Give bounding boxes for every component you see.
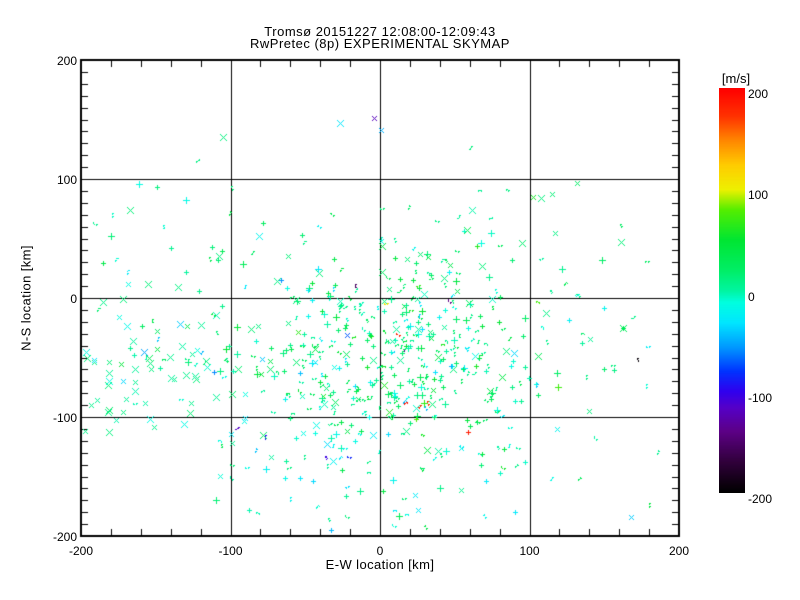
colorbar-tick-label: 200: [748, 87, 769, 101]
y-tick-label: 100: [56, 173, 77, 187]
x-tick-label: -100: [218, 544, 243, 558]
x-tick-label: 100: [519, 544, 540, 558]
colorbar-gradient: [719, 88, 745, 493]
y-tick-label: -100: [52, 411, 77, 425]
colorbar-tick-label: 100: [748, 188, 769, 203]
x-tick-label: -200: [68, 544, 94, 558]
skymap-plot-canvas: [0, 0, 800, 600]
colorbar-tick-label: -100: [748, 390, 773, 405]
x-axis-label: E-W location [km]: [325, 557, 435, 572]
x-tick-label: 200: [668, 544, 690, 558]
plot-subtitle: RwPretec (8p) EXPERIMENTAL SKYMAP: [250, 36, 510, 51]
y-tick-label: 0: [70, 292, 77, 306]
colorbar-tick-label: -200: [748, 492, 773, 506]
skymap-window: Tromsø 20151227 12:08:00-12:09:43 RwPret…: [0, 0, 800, 600]
colorbar-tick-label: 0: [748, 289, 755, 304]
y-tick-label: 200: [56, 54, 77, 68]
x-tick-label: 0: [376, 544, 384, 558]
y-tick-label: -200: [52, 530, 77, 544]
colorbar-unit-label: [m/s]: [721, 71, 751, 86]
